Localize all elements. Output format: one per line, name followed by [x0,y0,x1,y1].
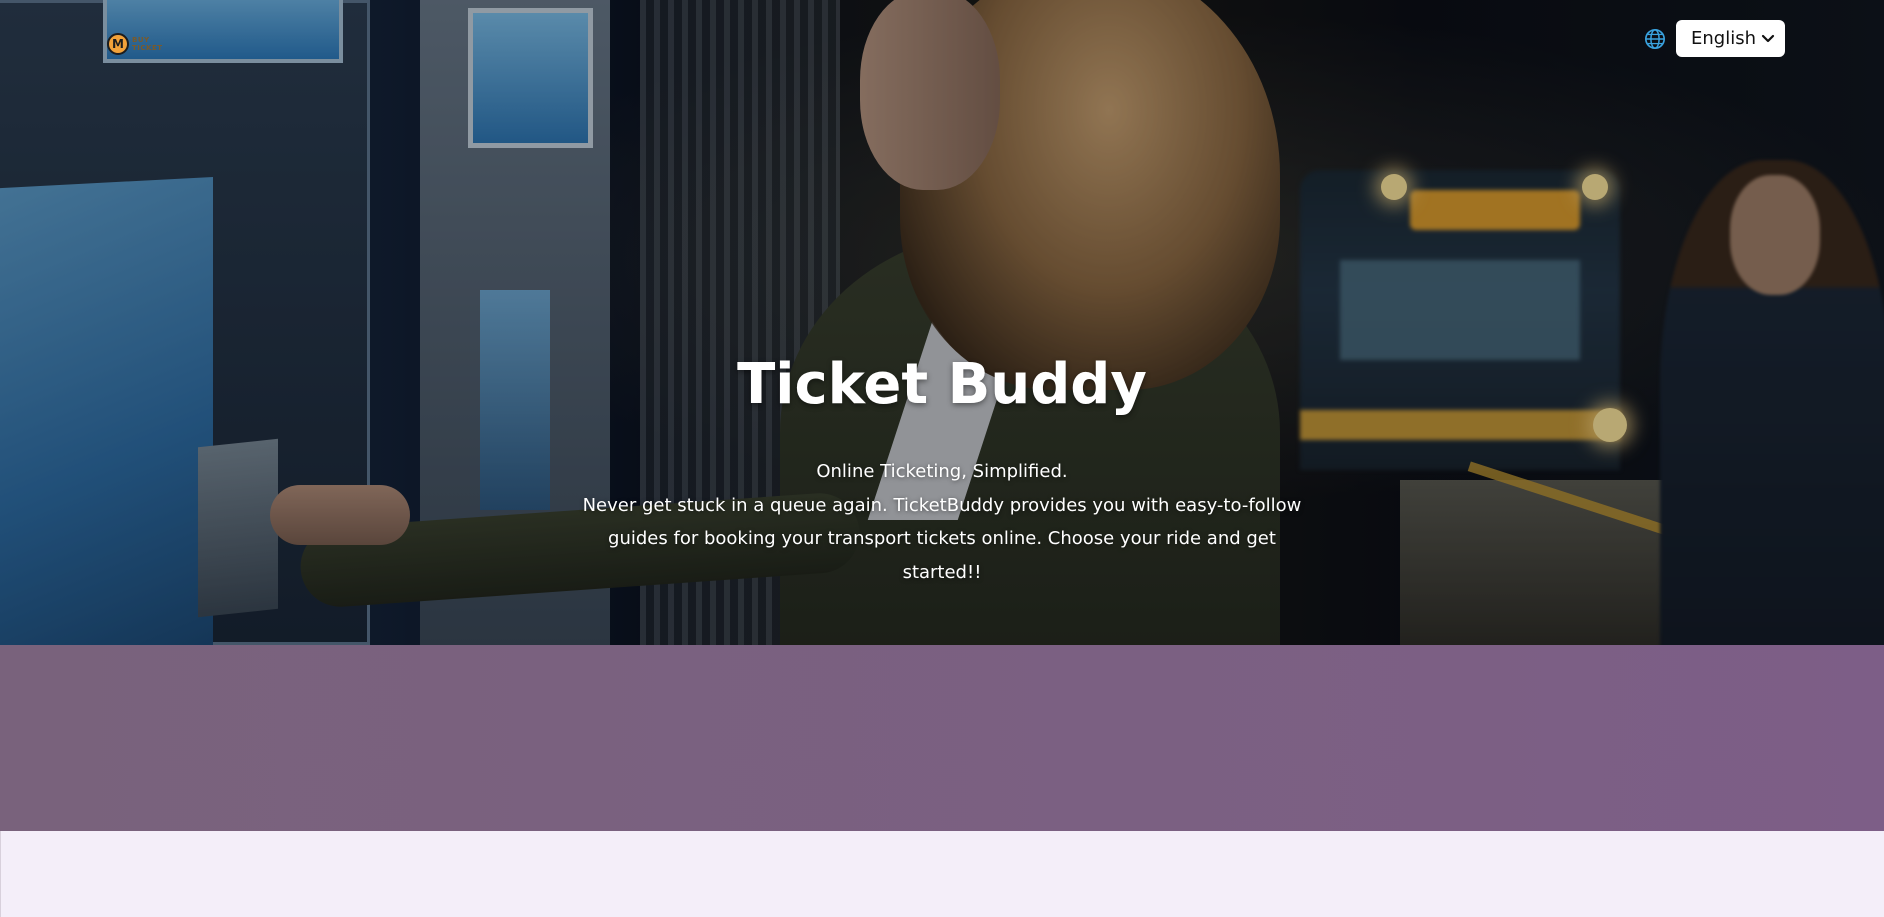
language-selected-value: English [1691,28,1756,49]
hero-section: M BUY TICKET English Ticket Buddy Online… [0,0,1884,645]
logo-mark: M [107,33,129,55]
logo-text-line: TICKET [132,44,163,52]
hero-copy: Online Ticketing, Simplified. Never get … [580,455,1304,589]
purple-band-section [0,645,1884,831]
hero-description: Never get stuck in a queue again. Ticket… [582,494,1302,583]
hero-tagline: Online Ticketing, Simplified. [816,461,1068,482]
lower-content-section [0,831,1884,917]
globe-icon [1645,28,1665,49]
logo-text-line: BUY [132,36,150,44]
hero-title: Ticket Buddy [737,352,1147,417]
language-switcher: English [1644,20,1785,57]
logo-wordmark: BUY TICKET [132,36,163,52]
chevron-down-icon [1761,34,1775,42]
logo-link[interactable]: M BUY TICKET [107,33,163,55]
language-select[interactable]: English [1676,20,1785,57]
